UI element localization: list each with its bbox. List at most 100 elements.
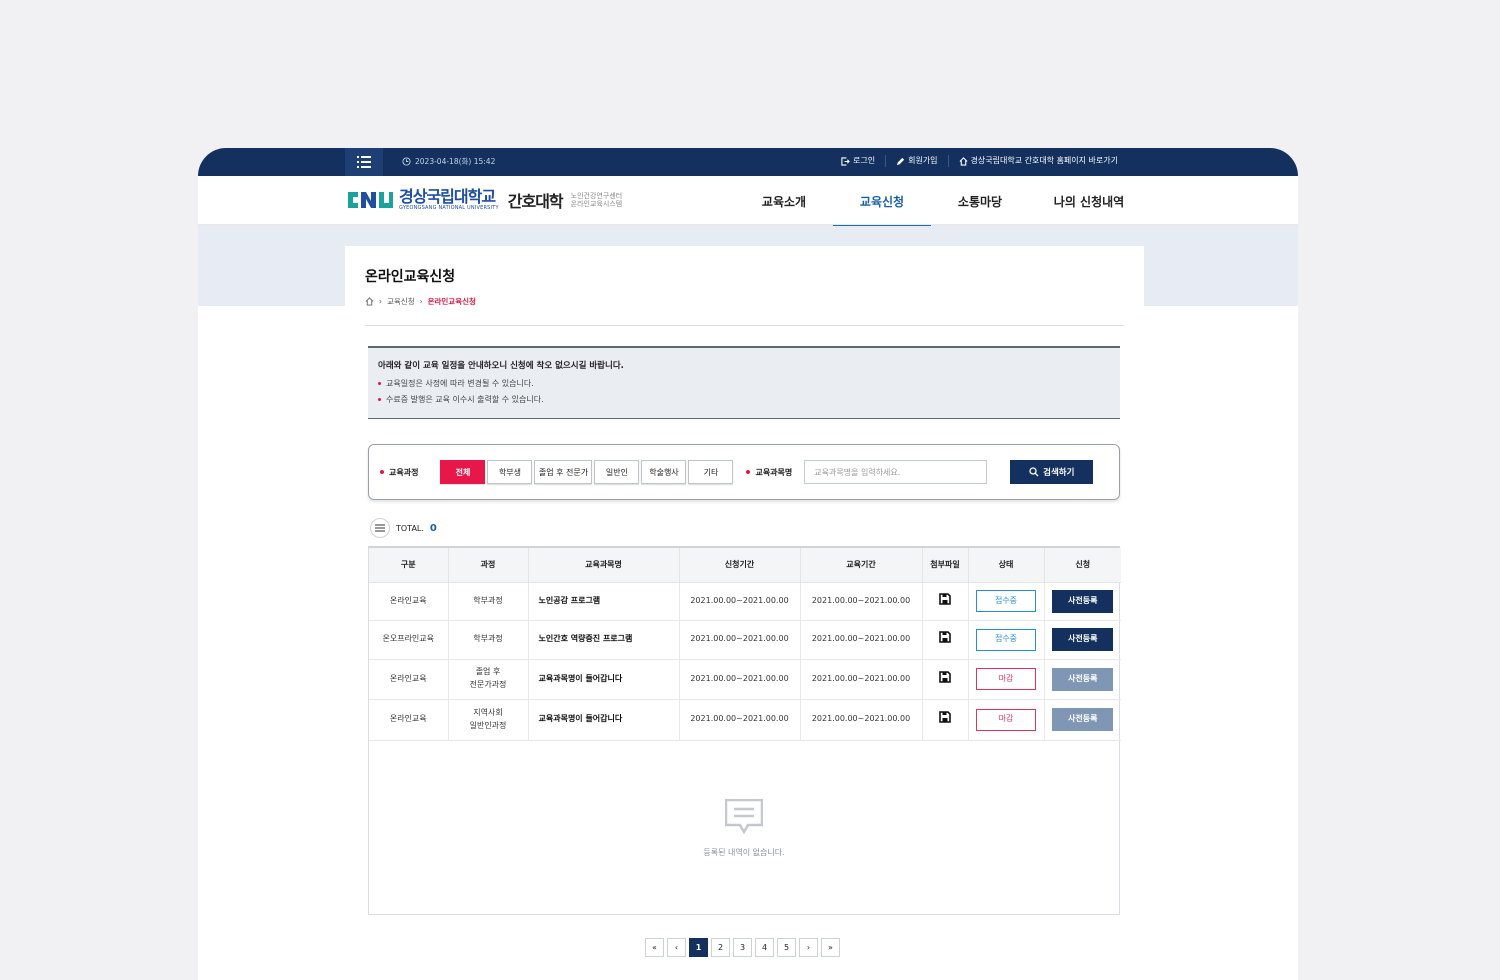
search-filter-panel: 교육과정 전체 학부생 졸업 후 전문가 일반인 학술행사 기타 교육과목명 교… [368,444,1120,500]
datetime: 2023-04-18(화) 15:42 [402,156,495,167]
next-page-button[interactable]: › [799,938,818,957]
total-label: TOTAL. [396,523,424,533]
datetime-text: 2023-04-18(화) 15:42 [415,157,496,166]
col-status: 상태 [968,548,1045,583]
pre-register-button[interactable]: 사전등록 [1052,589,1114,613]
chip-all[interactable]: 전체 [440,460,486,484]
top-utility-bar: 2023-04-18(화) 15:42 로그인 회원가입 경상국립대학교 간호대… [198,148,1298,176]
table-row: 온오프라인교육 학부과정 노인간호 역량증진 프로그램 2021.00.00~2… [369,620,1121,660]
page-button[interactable]: 1 [689,938,708,957]
page-button[interactable]: 5 [777,938,796,957]
nav-item-community[interactable]: 소통마당 [931,176,1029,226]
empty-state: 등록된 내역이 없습니다. [369,741,1119,915]
chevron-right-icon: › [419,297,423,306]
homepage-link[interactable]: 경상국립대학교 간호대학 홈페이지 바로가기 [947,155,1128,167]
pagination: « ‹ 1 2 3 4 5 › » [645,938,840,957]
main-content: 온라인교육신청 › 교육신청 › 온라인교육신청 아래와 같이 교육 일정을 안… [345,246,1144,980]
home-icon [959,156,968,166]
course-name-label: 교육과목명 [746,467,792,478]
pre-register-button[interactable]: 사전등록 [1052,628,1114,651]
chip-undergrad[interactable]: 학부생 [487,460,533,484]
last-page-button[interactable]: » [821,938,840,957]
college-name: 간호대학 [507,192,564,211]
pre-register-button-disabled[interactable]: 사전등록 [1052,667,1114,691]
col-edu-period: 교육기간 [800,548,923,583]
course-name-link[interactable]: 교육과목명이 들어갑니다 [528,659,680,700]
notice-box: 아래와 같이 교육 일정을 안내하오니 신청에 착오 없으시길 바랍니다. 교육… [368,346,1120,419]
empty-text: 등록된 내역이 없습니다. [703,847,785,857]
save-file-icon[interactable] [939,670,951,683]
search-icon [1029,467,1039,477]
page-title: 온라인교육신청 [365,269,456,285]
table-row: 온라인교육 졸업 후 전문가과정 교육과목명이 들어갑니다 2021.00.00~… [369,659,1121,700]
login-link[interactable]: 로그인 [831,155,885,167]
nav-item-my-applications[interactable]: 나의 신청내역 [1029,176,1149,226]
list-icon [375,524,385,532]
save-file-icon[interactable] [939,711,951,723]
clock-icon [402,157,411,166]
nav-item-intro[interactable]: 교육소개 [735,176,833,226]
breadcrumb-current: 온라인교육신청 [427,297,476,306]
login-icon [841,156,850,166]
search-button[interactable]: 검색하기 [1010,460,1094,484]
prev-page-button[interactable]: ‹ [667,938,686,957]
university-name: 경상국립대학교 [399,187,496,206]
system-name: 온라인교육시스템 [570,200,623,208]
table-row: 온라인교육 지역사회 일반인과정 교육과목명이 들어갑니다 2021.00.00~… [369,699,1121,741]
col-course: 과정 [448,548,529,583]
table-header: 구분 과정 교육과목명 신청기간 교육기간 첨부파일 상태 신청 [369,548,1121,583]
menu-icon [357,156,371,168]
signup-link[interactable]: 회원가입 [885,155,947,167]
chip-academic-event[interactable]: 학술행사 [641,460,687,484]
home-icon[interactable] [365,297,374,306]
col-attachment: 첨부파일 [922,548,969,583]
course-name-link[interactable]: 노인간호 역량증진 프로그램 [528,620,680,660]
chip-graduate-expert[interactable]: 졸업 후 전문가 [534,460,593,484]
save-file-icon[interactable] [939,592,951,605]
university-emblem-icon [346,189,394,211]
breadcrumb: › 교육신청 › 온라인교육신청 [365,296,476,307]
university-name-en: GYEONGSANG NATIONAL UNIVERSITY [399,205,499,211]
col-apply-period: 신청기간 [679,548,801,583]
app-window: 2023-04-18(화) 15:42 로그인 회원가입 경상국립대학교 간호대… [198,148,1298,980]
menu-button[interactable] [345,148,383,176]
course-table: 구분 과정 교육과목명 신청기간 교육기간 첨부파일 상태 신청 온라인교육 학… [368,546,1121,915]
center-name: 노인건강연구센터 [570,191,623,200]
course-filter-label: 교육과정 [380,467,418,478]
total-count: TOTAL. 0 [370,518,437,538]
page-button[interactable]: 4 [755,938,774,957]
first-page-button[interactable]: « [645,938,664,957]
notice-title: 아래와 같이 교육 일정을 안내하오니 신청에 착오 없으시길 바랍니다. [378,361,624,371]
status-badge: 마감 [976,708,1036,731]
comment-empty-icon [725,798,763,835]
breadcrumb-item[interactable]: 교육신청 [387,296,415,307]
course-name-link[interactable]: 노인공감 프로그램 [528,582,680,621]
course-name-link[interactable]: 교육과목명이 들어갑니다 [528,699,680,741]
chevron-right-icon: › [379,297,382,306]
course-chip-group: 전체 학부생 졸업 후 전문가 일반인 학술행사 기타 [440,460,734,484]
site-header: 경상국립대학교 GYEONGSANG NATIONAL UNIVERSITY 간… [198,176,1298,228]
chip-general[interactable]: 일반인 [594,460,640,484]
table-row: 온라인교육 학부과정 노인공감 프로그램 2021.00.00~2021.00.… [369,582,1121,621]
pre-register-button-disabled[interactable]: 사전등록 [1052,708,1114,731]
status-badge: 접수중 [976,628,1036,651]
main-nav: 교육소개 교육신청 소통마당 나의 신청내역 [735,176,1149,228]
list-view-button[interactable] [370,518,390,538]
nav-item-apply[interactable]: 교육신청 [833,176,931,228]
col-type: 구분 [369,548,449,583]
divider [365,325,1124,326]
total-value: 0 [429,522,437,534]
page-button[interactable]: 2 [711,938,730,957]
site-logo[interactable]: 경상국립대학교 GYEONGSANG NATIONAL UNIVERSITY 간… [346,188,622,212]
top-links: 로그인 회원가입 경상국립대학교 간호대학 홈페이지 바로가기 [831,155,1128,167]
chip-etc[interactable]: 기타 [688,460,734,484]
status-badge: 접수중 [976,590,1036,612]
save-file-icon[interactable] [939,631,951,643]
page-button[interactable]: 3 [733,938,752,957]
notice-item: 교육일정은 사정에 따라 변경될 수 있습니다. [378,378,1110,389]
col-apply: 신청 [1044,548,1121,583]
col-name: 교육과목명 [528,548,680,583]
pencil-icon [896,157,905,165]
search-input[interactable]: 교육과목명을 입력하세요. [804,460,988,484]
status-badge: 마감 [976,668,1036,690]
